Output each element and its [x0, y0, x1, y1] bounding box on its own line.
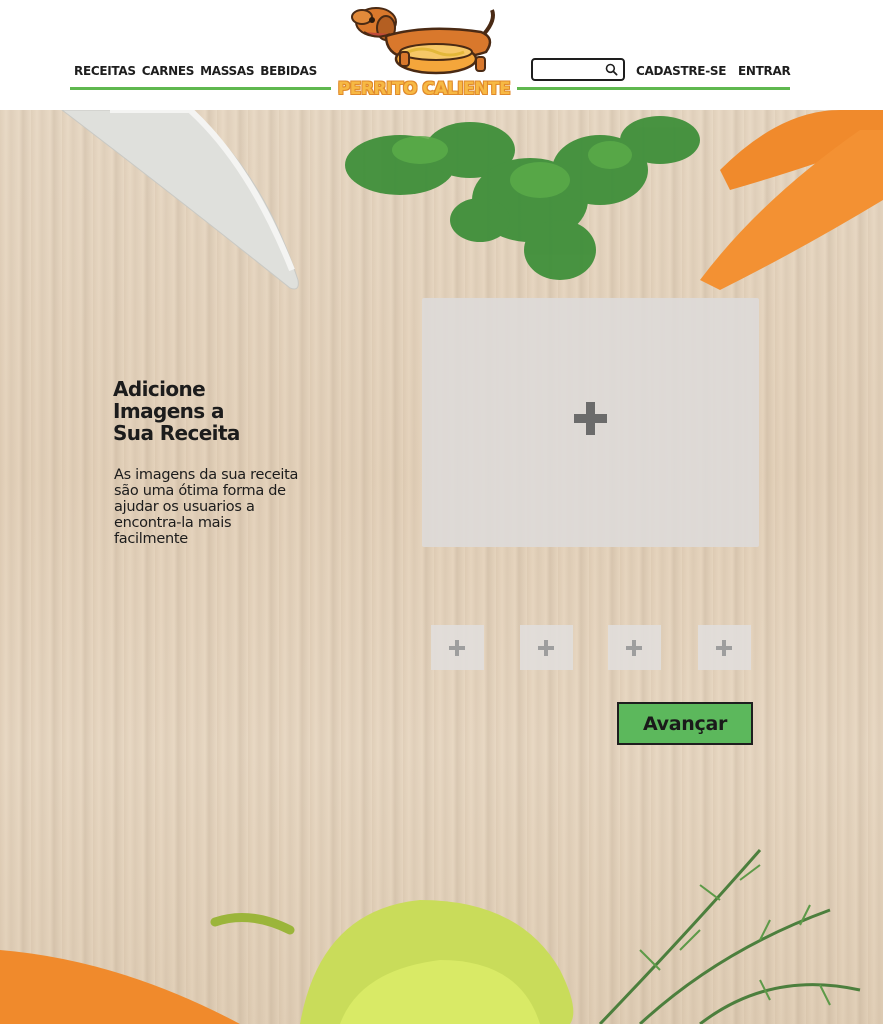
site-header: RECEITAS CARNES MASSAS BEBIDAS PERRITO C… — [0, 0, 883, 110]
search-icon[interactable] — [605, 63, 618, 76]
dachshund-logo-icon — [351, 7, 495, 75]
thumbnail-upload-2[interactable] — [520, 625, 573, 670]
nav-link-bebidas[interactable]: BEBIDAS — [260, 64, 317, 78]
plus-icon — [538, 640, 554, 656]
site-logo[interactable]: PERRITO CALIENTE — [336, 2, 512, 102]
thumbnail-upload-3[interactable] — [608, 625, 661, 670]
search-box[interactable] — [531, 58, 625, 81]
page-title: Adicione Imagens a Sua Receita — [113, 377, 240, 445]
header-divider-right — [517, 87, 790, 90]
nav-link-receitas[interactable]: RECEITAS — [74, 64, 136, 78]
wood-background — [0, 110, 883, 1024]
search-input[interactable] — [537, 61, 603, 77]
signup-link[interactable]: CADASTRE-SE — [636, 64, 726, 78]
main-nav: RECEITAS CARNES MASSAS BEBIDAS — [74, 64, 317, 78]
plus-icon — [716, 640, 732, 656]
main-image-upload[interactable] — [422, 298, 759, 547]
logo-wordmark: PERRITO CALIENTE — [337, 79, 511, 99]
page-description: As imagens da sua receita são uma ótima … — [114, 467, 299, 547]
thumbnail-upload-1[interactable] — [431, 625, 484, 670]
food-decoration-image — [0, 110, 883, 1024]
thumbnail-upload-4[interactable] — [698, 625, 751, 670]
nav-link-massas[interactable]: MASSAS — [200, 64, 254, 78]
plus-icon — [574, 402, 607, 435]
plus-icon — [449, 640, 465, 656]
plus-icon — [626, 640, 642, 656]
next-button[interactable]: Avançar — [617, 702, 753, 745]
header-divider-left — [70, 87, 331, 90]
nav-link-carnes[interactable]: CARNES — [142, 64, 195, 78]
login-link[interactable]: ENTRAR — [738, 64, 791, 78]
